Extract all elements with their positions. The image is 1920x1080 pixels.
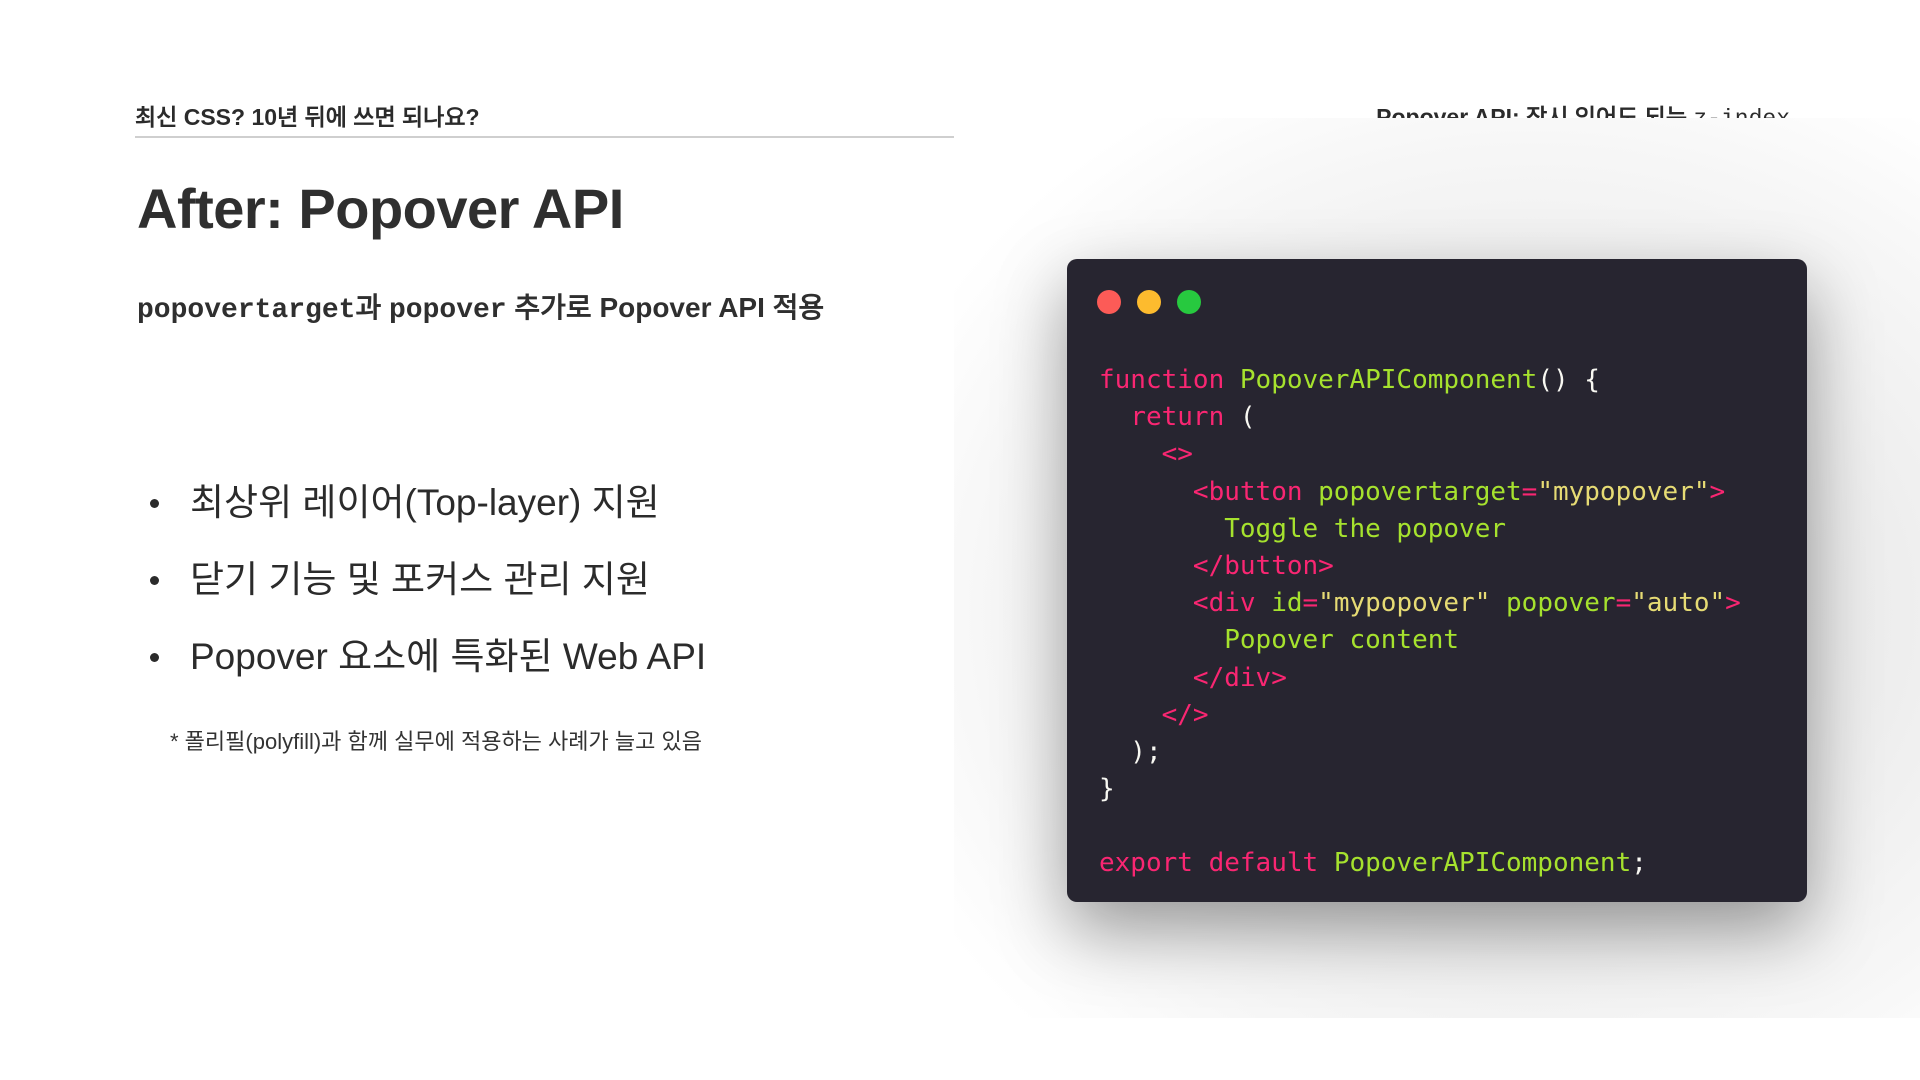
code-token: PopoverAPIComponent <box>1239 365 1538 395</box>
code-line: export default PopoverAPIComponent; <box>1099 845 1741 882</box>
code-token: ; <box>1631 848 1647 879</box>
subtitle-code-popover: popover <box>388 295 507 326</box>
code-token: = <box>1521 476 1538 507</box>
code-line: return ( <box>1099 399 1741 436</box>
code-token: popovertarget <box>1318 476 1522 507</box>
code-token: "auto" <box>1631 588 1726 619</box>
code-token: } <box>1099 774 1115 805</box>
code-line: </> <box>1099 697 1741 734</box>
minimize-dot-icon <box>1137 290 1161 314</box>
code-token: function <box>1099 365 1225 395</box>
bullet-item: 닫기 기능 및 포커스 관리 지원 <box>150 557 706 634</box>
bullet-dot-icon <box>150 653 159 662</box>
code-token: ( <box>1224 402 1256 433</box>
close-dot-icon <box>1097 290 1121 314</box>
subtitle-text-1: 과 <box>355 292 389 323</box>
bullet-list: 최상위 레이어(Top-layer) 지원 닫기 기능 및 포커스 관리 지원 … <box>150 480 706 711</box>
maximize-dot-icon <box>1177 290 1201 314</box>
code-window: function PopoverAPIComponent() { return … <box>1067 259 1807 902</box>
code-token: ); <box>1099 736 1162 767</box>
bullet-text: 최상위 레이어(Top-layer) 지원 <box>190 482 660 523</box>
code-token: </button> <box>1192 550 1334 581</box>
code-token: <div <box>1192 588 1256 619</box>
code-line: ); <box>1099 734 1741 771</box>
code-token: Popover content <box>1224 625 1460 656</box>
code-token: = <box>1615 588 1632 619</box>
code-token: Toggle the popover <box>1224 513 1506 544</box>
code-token: default <box>1208 848 1319 879</box>
code-line: Popover content <box>1099 622 1741 659</box>
code-line: </div> <box>1099 660 1741 697</box>
bullet-item: Popover 요소에 특화된 Web API <box>150 634 706 711</box>
code-token: <> <box>1161 439 1193 470</box>
bullet-text: Popover 요소에 특화된 Web API <box>190 636 707 677</box>
code-token: </> <box>1161 699 1209 730</box>
code-line: </button> <box>1099 548 1741 585</box>
bullet-text: 닫기 기능 및 포커스 관리 지원 <box>190 559 650 600</box>
code-token: PopoverAPIComponent <box>1333 848 1632 879</box>
subtitle-text-2: 추가로 Popover API 적용 <box>506 292 825 323</box>
code-token: "mypopover" <box>1318 588 1491 619</box>
code-token: > <box>1725 588 1741 619</box>
bullet-item: 최상위 레이어(Top-layer) 지원 <box>150 480 706 557</box>
code-line: function PopoverAPIComponent() { <box>1099 362 1741 399</box>
code-token: = <box>1302 588 1319 619</box>
slide-subtitle: popovertarget과 popover 추가로 Popover API 적… <box>137 286 824 326</box>
bullet-dot-icon <box>150 499 159 508</box>
deck-title: 최신 CSS? 10년 뒤에 쓰면 되나요? <box>135 104 480 130</box>
code-token: "mypopover" <box>1537 476 1710 507</box>
code-token: () { <box>1537 365 1600 395</box>
code-line: <button popovertarget="mypopover"> <box>1099 474 1741 511</box>
code-token: id <box>1271 588 1303 619</box>
code-token: popover <box>1506 588 1616 619</box>
code-token: </div> <box>1192 662 1287 693</box>
code-line: Toggle the popover <box>1099 511 1741 548</box>
code-token: <button <box>1192 476 1303 507</box>
subtitle-code-popovertarget: popovertarget <box>137 295 356 326</box>
code-token: return <box>1130 402 1225 433</box>
code-line: } <box>1099 771 1741 808</box>
bullet-dot-icon <box>150 576 159 585</box>
slide-title: After: Popover API <box>137 177 624 240</box>
code-line: <div id="mypopover" popover="auto"> <box>1099 585 1741 622</box>
code-line: <> <box>1099 436 1741 473</box>
code-block: function PopoverAPIComponent() { return … <box>1099 362 1741 883</box>
footnote: * 폴리필(polyfill)과 함께 실무에 적용하는 사례가 늘고 있음 <box>170 729 702 754</box>
code-token: export <box>1099 848 1193 879</box>
code-token: > <box>1709 476 1726 507</box>
